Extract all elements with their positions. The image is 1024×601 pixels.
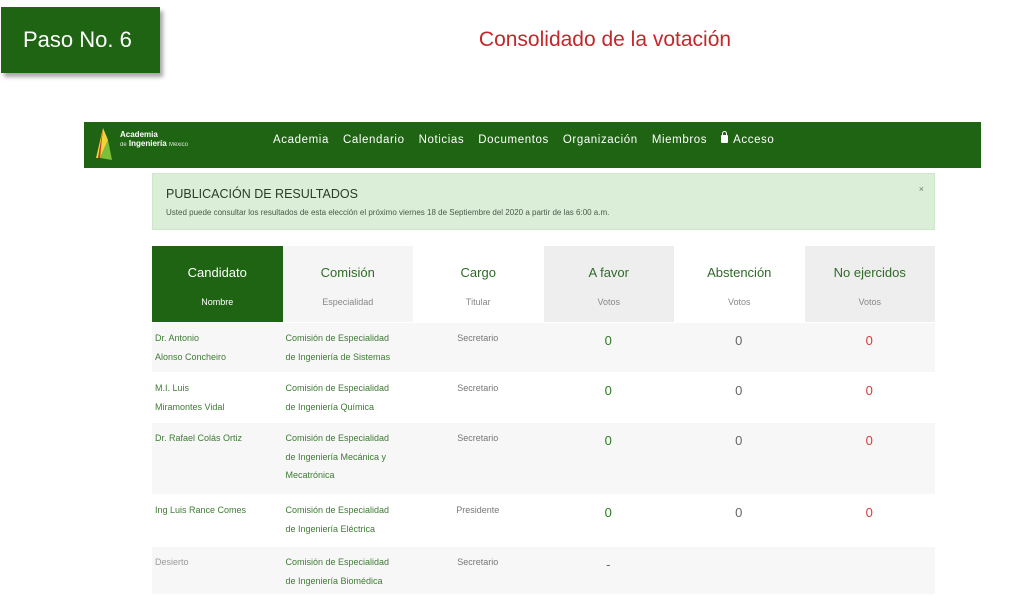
commission-line: Comisión de Especialidad: [285, 557, 390, 567]
logo-line-2-suffix: México: [168, 142, 188, 148]
header-a-favor[interactable]: A favor Votos: [543, 246, 674, 322]
candidate-line: Miramontes Vidal: [155, 401, 225, 412]
votes-favor: 0: [604, 383, 612, 398]
candidate-cell[interactable]: Desierto: [152, 547, 283, 594]
nav-documentos[interactable]: Documentos: [478, 134, 549, 146]
header-no-ejercidos[interactable]: No ejercidos Votos: [804, 246, 935, 322]
nav-noticias[interactable]: Noticias: [419, 134, 465, 146]
commission-line: Comisión de Especialidad: [285, 383, 390, 393]
table-header: Candidato Nombre Comisión Especialidad C…: [152, 246, 935, 322]
nav-links: Academia Calendario Noticias Documentos …: [273, 131, 775, 146]
commission-cell: Comisión de Especialidad de Ingeniería de…: [283, 323, 414, 372]
login-label: Acceso: [733, 134, 775, 146]
header-title: A favor: [588, 265, 629, 280]
commission-cell: Comisión de Especialidad de Ingeniería Bi…: [283, 547, 414, 594]
votes-not-cast: [805, 547, 936, 594]
header-abstencion[interactable]: Abstención Votos: [674, 246, 805, 322]
role-cell: Secretario: [457, 333, 499, 343]
role-cell: Secretario: [457, 383, 499, 393]
votes-favor: 0: [604, 333, 612, 348]
candidate-cell[interactable]: Ing Luis Rance Comes: [152, 495, 283, 546]
header-title: Comisión: [320, 265, 375, 280]
candidate-cell[interactable]: M.I. Luis Miramontes Vidal: [152, 373, 283, 422]
commission-cell: Comisión de Especialidad de Ingeniería Qu…: [283, 373, 414, 422]
candidate-line: Dr. Rafael Colás Ortiz: [155, 433, 243, 443]
commission-line: Comisión de Especialidad: [285, 433, 390, 443]
header-subtitle: Nombre: [201, 297, 234, 307]
votes-not-cast: 0: [865, 333, 873, 348]
commission-line: Mecatrónica: [285, 470, 335, 480]
top-navbar: Academia de Ingeniería México Academia C…: [84, 122, 981, 168]
nav-calendario[interactable]: Calendario: [343, 134, 405, 146]
lock-icon: [721, 131, 729, 143]
candidate-line: Ing Luis Rance Comes: [155, 505, 247, 515]
logo-line-2-main: Ingeniería: [128, 139, 167, 148]
nav-acceso[interactable]: Acceso: [721, 131, 775, 146]
votes-not-cast: 0: [865, 505, 873, 520]
alert-title: PUBLICACIÓN DE RESULTADOS: [166, 187, 358, 201]
table-row: Dr. Rafael Colás Ortiz Comisión de Espec…: [152, 422, 935, 494]
candidate-line: Alonso Concheiro: [155, 351, 227, 362]
header-subtitle: Votos: [597, 297, 621, 307]
table-row: M.I. Luis Miramontes Vidal Comisión de Es…: [152, 372, 935, 422]
commission-cell: Comisión de Especialidad de Ingeniería El…: [283, 495, 414, 546]
role-cell: Secretario: [457, 433, 499, 443]
header-comision[interactable]: Comisión Especialidad: [282, 246, 413, 322]
close-icon[interactable]: ×: [919, 184, 924, 194]
votes-abstention: 0: [735, 433, 743, 448]
header-subtitle: Especialidad: [322, 297, 374, 307]
logo-line-2-prefix: de: [120, 142, 127, 148]
commission-line: Comisión de Especialidad: [285, 333, 390, 343]
table-row: Dr. Antonio Alonso Concheiro Comisión de …: [152, 322, 935, 372]
header-title: No ejercidos: [833, 265, 906, 280]
votes-not-cast: 0: [865, 383, 873, 398]
votes-abstention: 0: [735, 333, 743, 348]
table-row: Desierto Comisión de Especialidad de Inge…: [152, 546, 935, 594]
logo-line-1: Academia: [120, 130, 158, 139]
header-subtitle: Votos: [727, 297, 751, 307]
votes-favor: -: [606, 557, 611, 572]
alert-text: Usted puede consultar los resultados de …: [166, 208, 610, 217]
nav-organizacion[interactable]: Organización: [563, 134, 638, 146]
candidate-line: Desierto: [155, 557, 189, 567]
candidate-line: M.I. Luis: [155, 383, 190, 393]
results-alert: PUBLICACIÓN DE RESULTADOS Usted puede co…: [152, 173, 935, 230]
header-title: Cargo: [460, 265, 496, 280]
header-subtitle: Votos: [858, 297, 882, 307]
votes-abstention: [674, 547, 805, 594]
header-subtitle: Titular: [465, 297, 491, 307]
table-row: Ing Luis Rance Comes Comisión de Especia…: [152, 494, 935, 546]
nav-academia[interactable]: Academia: [273, 134, 329, 146]
candidate-line: Dr. Antonio: [155, 333, 200, 343]
votes-favor: 0: [604, 433, 612, 448]
commission-line: de Ingeniería de Sistemas: [285, 351, 391, 362]
votes-abstention: 0: [735, 383, 743, 398]
header-title: Candidato: [187, 265, 247, 280]
role-cell: Presidente: [456, 505, 500, 515]
commission-line: de Ingeniería Biomédica: [285, 575, 383, 586]
votes-abstention: 0: [735, 505, 743, 520]
page-title: Consolidado de la votación: [478, 28, 732, 51]
votes-favor: 0: [604, 505, 612, 520]
commission-line: de Ingeniería Química: [285, 401, 375, 412]
commission-line: de Ingeniería Eléctrica: [285, 523, 376, 534]
results-table: Candidato Nombre Comisión Especialidad C…: [152, 246, 935, 594]
candidate-cell[interactable]: Dr. Antonio Alonso Concheiro: [152, 323, 283, 372]
votes-not-cast: 0: [865, 433, 873, 448]
nav-miembros[interactable]: Miembros: [652, 134, 707, 146]
header-cargo[interactable]: Cargo Titular: [413, 246, 544, 322]
header-title: Abstención: [707, 265, 772, 280]
commission-cell: Comisión de Especialidad de Ingeniería Me…: [283, 423, 414, 494]
commission-line: Comisión de Especialidad: [285, 505, 390, 515]
logo-mark-icon: [96, 128, 112, 160]
commission-line: de Ingeniería Mecánica y: [285, 451, 387, 462]
candidate-cell[interactable]: Dr. Rafael Colás Ortiz: [152, 423, 283, 494]
header-candidato[interactable]: Candidato Nombre: [152, 246, 283, 322]
role-cell: Secretario: [457, 557, 499, 567]
logo-text: Academia de Ingeniería México: [120, 130, 188, 150]
site-logo[interactable]: Academia de Ingeniería México: [94, 126, 214, 164]
